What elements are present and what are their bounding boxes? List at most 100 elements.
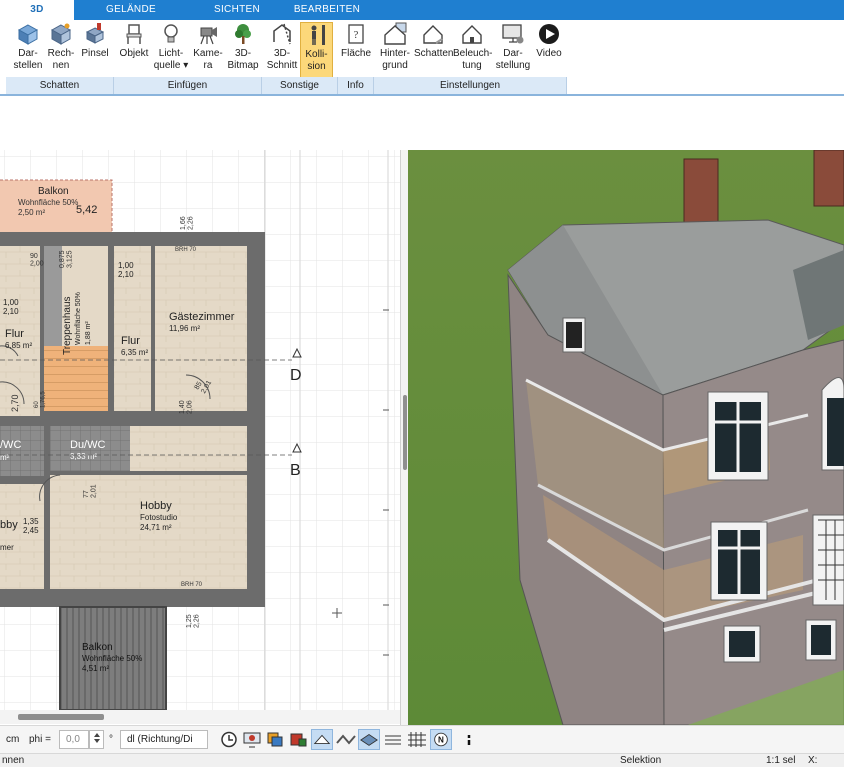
svg-text:1,662,26: 1,662,26 — [180, 216, 195, 230]
plan-scroll-thumb[interactable] — [18, 714, 104, 720]
3d-bitmap-button[interactable]: 3D- Bitmap — [226, 22, 260, 80]
phi-input[interactable]: 0,0 — [59, 730, 89, 749]
svg-text:1,402,06: 1,402,06 — [179, 400, 194, 414]
walls-icon[interactable] — [335, 729, 357, 750]
tab-3d[interactable]: 3D — [0, 0, 74, 20]
darstellung-button[interactable]: Dar- stellung — [493, 22, 533, 80]
phi-stepper[interactable] — [89, 730, 104, 749]
display-settings-icon — [502, 24, 524, 44]
lichtquelle-button[interactable]: Licht- quelle ▾ — [153, 22, 189, 80]
degree-label: ° — [109, 734, 113, 745]
group-info: Info — [338, 77, 374, 94]
flaeche-button[interactable]: ? Fläche — [340, 22, 372, 80]
ribbon-tab-bar: 3D GELÄNDE SICHTEN BEARBEITEN — [0, 0, 844, 20]
play-icon — [539, 24, 559, 44]
view-splitter[interactable] — [400, 150, 408, 725]
room-label-treppenhaus: Treppenhaus — [62, 296, 73, 355]
north-icon[interactable]: N — [430, 729, 452, 750]
kollision-button[interactable]: Kolli- sion — [300, 22, 333, 80]
svg-text:1,002,10: 1,00 2,10 — [3, 298, 19, 316]
room-label-flur-left: Flur — [5, 328, 24, 340]
svg-text:1,252,26: 1,252,26 — [186, 614, 201, 628]
chimney-right — [813, 150, 844, 207]
svg-text:N: N — [438, 736, 444, 745]
3d-schnitt-button[interactable]: 3D- Schnitt — [266, 22, 298, 80]
cube-icon — [17, 24, 39, 45]
svg-text:Fotostudio: Fotostudio — [140, 513, 178, 522]
window-upper-center — [707, 391, 769, 481]
clock-icon[interactable] — [218, 729, 240, 750]
svg-text:6,35 m²: 6,35 m² — [121, 348, 148, 357]
house-light-icon — [462, 25, 482, 44]
floor-plan-view[interactable]: Balkon Wohnfläche 50% 2,50 m² 5,42 1,00 2… — [0, 150, 400, 710]
room-label-flur: Flur — [121, 335, 140, 347]
window-side-upper — [562, 317, 586, 353]
beleuchtung-button[interactable]: Beleuch- tung — [453, 22, 492, 80]
hintergrund-button[interactable]: Hinter- grund — [377, 22, 413, 80]
unit-label: cm — [6, 734, 20, 745]
section-marker-d[interactable]: D — [290, 367, 302, 384]
svg-text:1,352,45: 1,35 2,45 — [23, 517, 39, 535]
svg-text:BRH 70: BRH 70 — [181, 582, 203, 588]
section-cut-icon — [273, 23, 291, 45]
svg-text:24,71 m²: 24,71 m² — [140, 523, 172, 532]
area-info-icon: ? — [348, 24, 364, 44]
group-einstellungen: Einstellungen — [374, 77, 567, 94]
group-schatten: Schatten — [6, 77, 114, 94]
svg-text:5,42: 5,42 — [76, 204, 97, 216]
video-button[interactable]: Video — [534, 22, 564, 80]
tree-icon — [235, 24, 251, 44]
splitter-thumb[interactable] — [403, 395, 407, 470]
tab-bearbeiten[interactable]: BEARBEITEN — [290, 0, 364, 20]
tab-sichten[interactable]: SICHTEN — [205, 0, 269, 20]
paint-icon[interactable] — [287, 729, 309, 750]
status-x-label: X: — [808, 755, 818, 766]
objekt-button[interactable]: Objekt — [118, 22, 150, 80]
room-label-hobby: Hobby — [140, 500, 172, 512]
svg-text:1,002,10: 1,00 2,10 — [118, 261, 134, 279]
window-upper-right — [821, 377, 844, 471]
room-hobby-left[interactable] — [0, 484, 44, 589]
svg-text:0,8753,125: 0,8753,125 — [59, 250, 74, 268]
status-bar: nnen Selektion 1:1 sel X: — [0, 753, 844, 767]
room-label-balkon: Balkon — [38, 186, 69, 197]
status-scale: 1:1 sel — [766, 755, 796, 766]
pinsel-button[interactable]: Pinsel — [79, 22, 111, 80]
house-shadow-icon — [423, 25, 443, 44]
pencil-icon[interactable] — [311, 729, 333, 750]
darstellen-button[interactable]: Dar- stellen — [12, 22, 44, 80]
screen-icon[interactable] — [241, 729, 263, 750]
status-left-text: nnen — [2, 755, 25, 766]
3d-view[interactable] — [408, 150, 844, 725]
svg-text:11,96 m²: 11,96 m² — [169, 324, 200, 333]
stack-icon[interactable] — [382, 729, 404, 750]
svg-text:3,33 m²: 3,33 m² — [70, 452, 97, 461]
ribbon: Dar- stellen Rech- nen Pinsel Objekt Lic… — [0, 20, 844, 95]
direction-select[interactable]: dl (Richtung/Di — [120, 730, 208, 749]
kamera-button[interactable]: Kame- ra — [192, 22, 224, 80]
room-wc[interactable] — [0, 426, 44, 476]
camera-icon — [200, 27, 217, 45]
svg-text:?: ? — [354, 29, 359, 41]
room-hobby[interactable] — [50, 475, 247, 589]
group-sonstige: Sonstige — [262, 77, 338, 94]
room-label-hobby-left: bby — [0, 519, 18, 531]
section-marker-b[interactable]: B — [290, 462, 301, 479]
plan-horizontal-scrollbar[interactable] — [0, 710, 400, 724]
schatten-button[interactable]: Schatten — [414, 22, 453, 80]
tab-gelaende[interactable]: GELÄNDE — [96, 0, 166, 20]
bottom-toolbar: cm phi = 0,0 ° dl (Richtung/Di N — [0, 725, 844, 753]
room-label-balkon-lower: Balkon — [82, 642, 113, 653]
house-background-icon — [384, 22, 407, 45]
more-icon[interactable] — [458, 729, 480, 750]
svg-text:Wohnfläche 50%: Wohnfläche 50% — [75, 292, 82, 345]
lightbulb-icon — [164, 24, 178, 43]
collision-icon — [311, 25, 325, 45]
svg-text:Wohnfläche 50%: Wohnfläche 50% — [18, 198, 78, 207]
rechnen-button[interactable]: Rech- nen — [45, 22, 77, 80]
layers-icon[interactable] — [264, 729, 286, 750]
grid-icon[interactable] — [406, 729, 428, 750]
svg-text:BRH 70: BRH 70 — [175, 247, 197, 253]
ribbon-separator — [0, 94, 844, 96]
plane-icon[interactable] — [358, 729, 380, 750]
